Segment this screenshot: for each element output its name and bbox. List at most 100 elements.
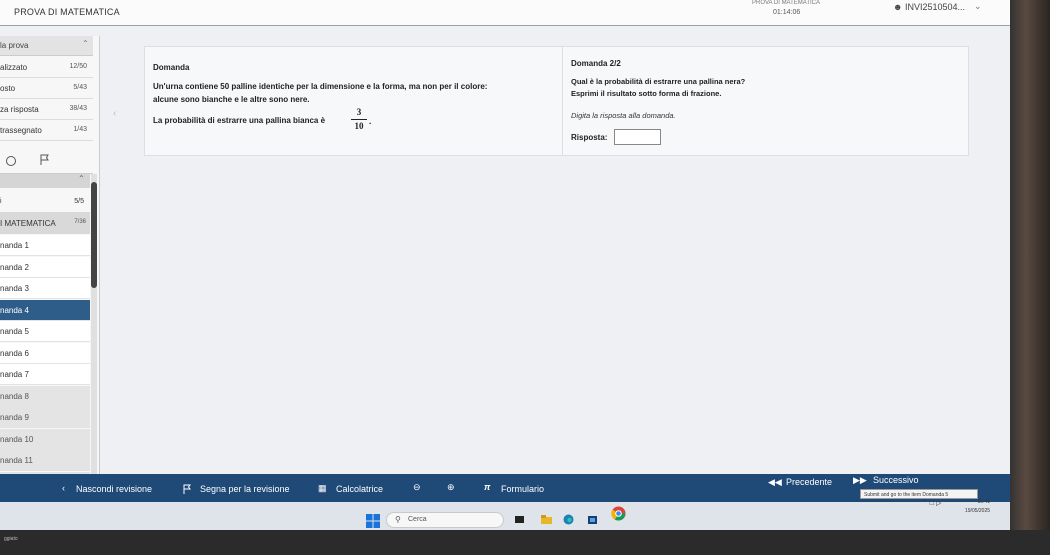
section-previous[interactable]: i 5/5 [0,194,90,210]
question-list-item-label: nanda 5 [0,327,29,336]
chrome-icon[interactable] [611,506,626,521]
stat-answered: osto 5/43 [0,78,93,99]
zoom-out-icon[interactable]: ⊖ [413,482,421,493]
question-list-item[interactable]: nanda 3 [0,278,90,299]
question-list-item[interactable]: nanda 6 [0,342,90,364]
mark-review-button[interactable]: Segna per la revisione [200,484,290,494]
sidebar-header[interactable]: la prova ⌃ [0,36,93,56]
question-text: Qual è la probabilità di estrarre una pa… [571,77,746,86]
clock-date: 19/05/2025 [965,508,991,514]
timer: 01:14:06 [773,9,801,16]
exam-toolbar: ‹ Nascondi revisione Segna per la revisi… [0,474,1010,502]
task-view-icon[interactable] [514,514,525,525]
previous-icon[interactable]: ◀◀ [768,477,782,488]
stat-label: alizzato [0,63,28,72]
answer-label: Risposta: [571,133,608,142]
stat-value: 1/43 [73,126,87,133]
fact-text: La probabilità di estrarre una pallina b… [153,116,326,125]
fraction-numerator: 3 [356,107,362,117]
question-list-item[interactable]: nanda 7 [0,364,90,385]
flag-icon[interactable] [40,154,50,166]
next-icon[interactable]: ▶▶ [853,475,867,486]
system-tray-icons[interactable]: ⌃ □ ▷ [922,499,941,507]
stat-value: 38/43 [69,105,87,112]
fraction-denominator: 10 [354,121,364,131]
calculator-button[interactable]: Calcolatrice [336,484,383,494]
exam-screen: PROVA DI MATEMATICA PROVA DI MATEMATICA … [0,0,1010,540]
question-text: Esprimi il risultato sotto forma di fraz… [571,89,722,98]
formulas-button[interactable]: Formulario [501,484,544,494]
previous-button[interactable]: Precedente [786,477,832,487]
stat-value: 5/43 [73,84,87,91]
app-title: PROVA DI MATEMATICA [14,7,120,17]
question-list-item[interactable]: nanda 8 [0,385,90,407]
section-label: i [0,198,2,205]
pi-icon[interactable]: π [484,482,490,492]
calculator-icon[interactable]: ▦ [318,483,327,494]
section-matematica[interactable]: I MATEMATICA 7/36 [0,212,90,234]
section-count: 5/5 [74,198,84,205]
question-list-item-label: nanda 8 [0,391,29,401]
circle-icon[interactable] [6,156,16,166]
file-explorer-icon[interactable] [541,514,552,525]
question-list-item[interactable]: nanda 1 [0,235,90,256]
next-button[interactable]: Successivo [873,475,919,485]
hide-review-button[interactable]: Nascondi revisione [76,484,152,494]
clock-time: 10:41 [977,499,991,505]
search-icon: ⚲ [395,515,401,524]
user-icon: ☻ [893,2,903,12]
store-icon[interactable] [587,514,598,525]
question-list-item[interactable]: nanda 9 [0,407,90,428]
chevron-up-icon[interactable]: ⌃ [78,174,85,183]
question-list-item[interactable]: nanda 2 [0,256,90,278]
question-panel: Domanda Un'urna contiene 50 palline iden… [144,46,969,156]
question-list-item[interactable]: nanda 10 [0,428,90,450]
fraction-suffix: . [369,117,372,126]
flag-icon[interactable] [183,484,192,494]
collapse-sidebar-icon[interactable]: ‹ [113,108,116,119]
stem-text: alcune sono bianche e le altre sono nere… [153,95,310,104]
question-list-item[interactable]: nanda 11 [0,450,90,471]
edge-icon[interactable] [563,514,574,525]
stat-label: za risposta [0,105,39,114]
question-number: Domanda 2/2 [571,59,621,68]
stat-visualized: alizzato 12/50 [0,57,93,78]
question-list-item-label: nanda 2 [0,262,29,272]
windows-start-icon[interactable] [366,514,380,528]
stimulus-title: Domanda [153,63,190,72]
answer-input[interactable] [614,129,661,145]
zoom-in-icon[interactable]: ⊕ [447,482,455,493]
question-list-item-label: nanda 9 [0,413,29,422]
section-collapse-bar[interactable]: ⌃ [0,174,90,188]
stat-label: trassegnato [0,126,42,135]
stat-flagged: trassegnato 1/43 [0,120,93,141]
fraction-bar [351,119,367,120]
chevron-up-icon[interactable]: ⌃ [82,39,89,48]
user-id: INVI2510504... [905,2,966,12]
question-list-item-label: nanda 11 [0,456,33,465]
stat-unanswered: za risposta 38/43 [0,99,93,120]
below-text: ggiato [4,536,18,542]
question-stimulus: Domanda Un'urna contiene 50 palline iden… [145,47,563,155]
question-list-item[interactable]: nanda 5 [0,321,90,342]
fraction: 3 10 [350,107,368,132]
chevron-down-icon[interactable]: ⌄ [974,1,982,12]
next-tooltip: Submit and go to the item Domanda 5 [860,489,978,499]
scrollbar-thumb[interactable] [91,182,97,288]
sidebar-scrollbar[interactable] [91,174,97,484]
taskbar-clock[interactable]: 10:41 19/05/2025 [965,498,990,516]
chevron-left-icon[interactable]: ‹ [62,483,65,493]
question-list-item-label: nanda 1 [0,241,29,250]
user-menu[interactable]: ☻ INVI2510504... [893,2,965,12]
question-list-item-label: nanda 6 [0,348,29,358]
center-title: PROVA DI MATEMATICA [752,0,821,6]
question-list-item[interactable]: nanda 4 [0,299,90,321]
taskbar-search[interactable]: ⚲ Cerca [386,512,504,528]
filter-icons [0,148,93,174]
monitor-bezel [1010,0,1050,555]
section-label: I MATEMATICA [0,219,56,228]
section-count: 7/36 [74,219,86,225]
question-list-item-label: nanda 3 [0,284,29,293]
question-list-item-label: nanda 7 [0,370,29,379]
search-placeholder: Cerca [408,516,427,523]
